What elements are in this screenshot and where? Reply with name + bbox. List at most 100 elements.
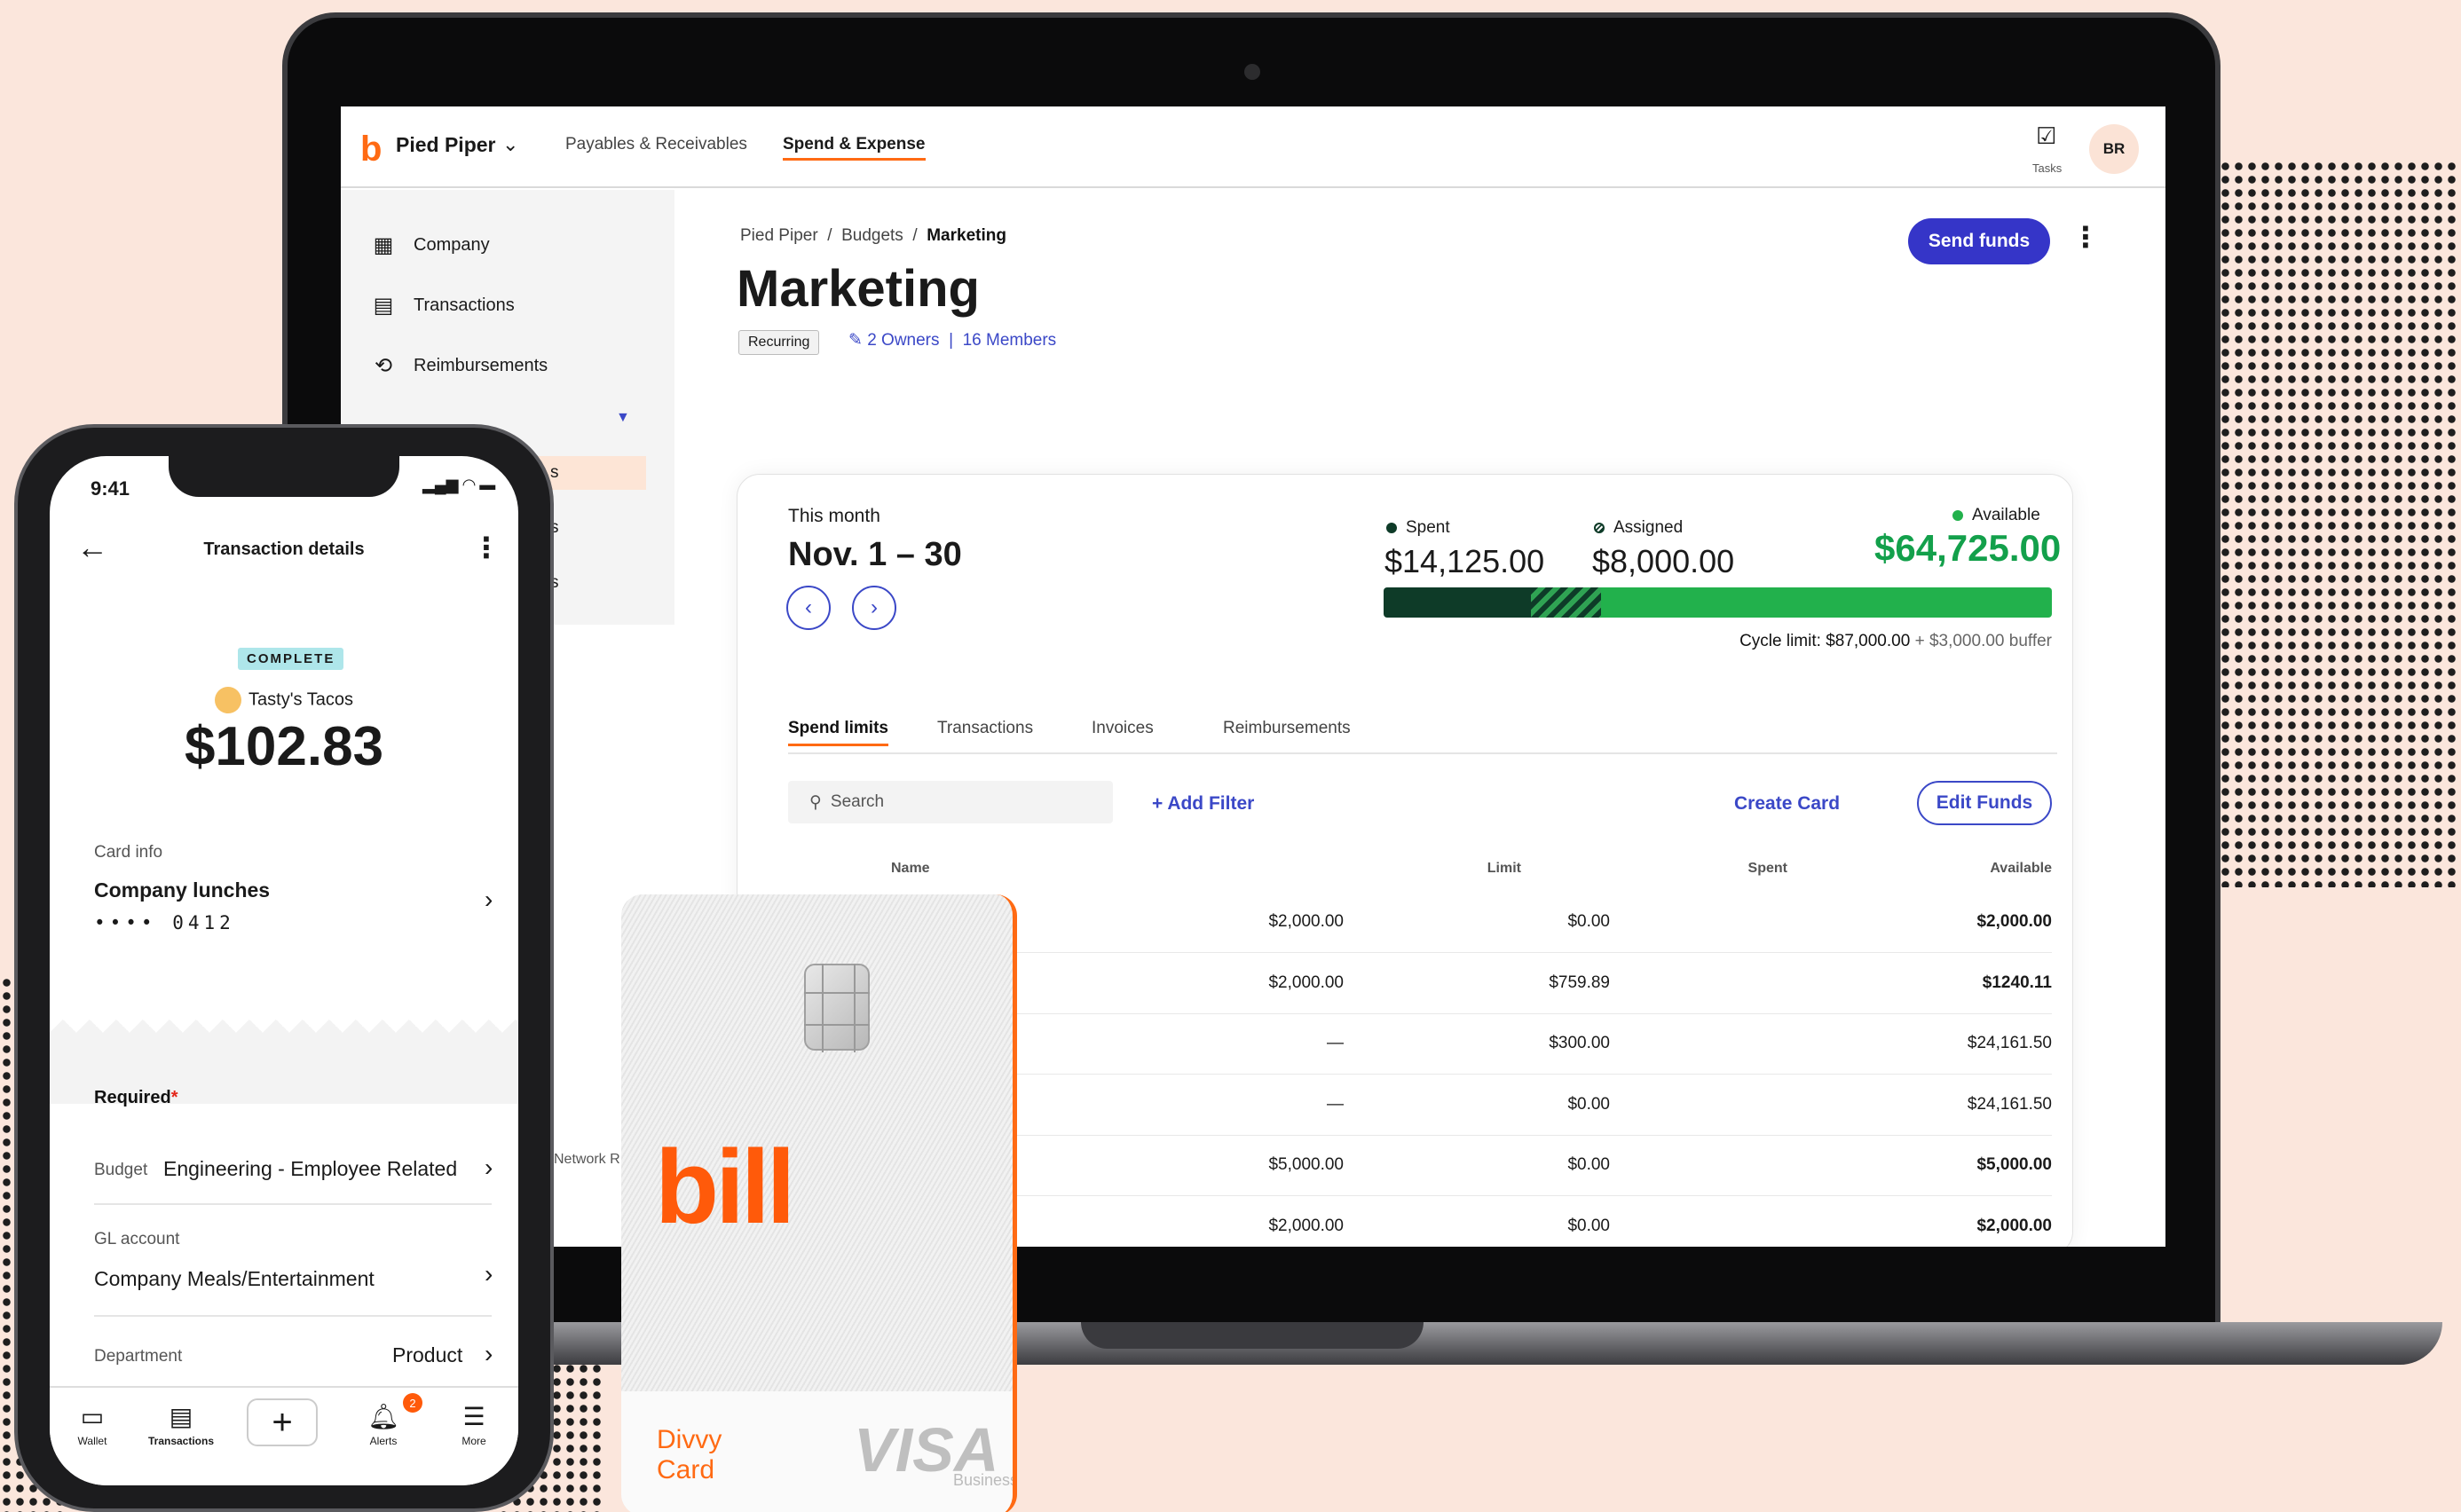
department-label: Department <box>94 1347 183 1366</box>
sidebar-item-label: Reimbursements <box>414 356 548 375</box>
chevron-right-icon[interactable]: › <box>485 1154 493 1182</box>
chevron-left-icon: ‹ <box>805 595 812 619</box>
add-button[interactable]: + <box>247 1398 318 1446</box>
prev-period-button[interactable]: ‹ <box>786 586 831 630</box>
card-name: Divvy Card <box>657 1425 722 1484</box>
bill-logo: bill <box>655 1129 795 1246</box>
card-name[interactable]: Company lunches <box>94 878 270 902</box>
send-funds-button[interactable]: Send funds <box>1908 218 2050 264</box>
column-header-name[interactable]: Name <box>891 861 930 877</box>
department-value[interactable]: Product <box>392 1343 462 1367</box>
cycle-limit-text: Cycle limit: $87,000.00 <box>1739 632 1911 650</box>
org-switcher[interactable]: Pied Piper <box>396 133 495 157</box>
create-card-button[interactable]: Create Card <box>1734 793 1840 815</box>
column-header-spent[interactable]: Spent <box>1672 861 1787 877</box>
gl-account-label: GL account <box>94 1230 180 1248</box>
building-icon: ▦ <box>373 233 394 257</box>
sidebar-fragment: s <box>550 463 559 482</box>
tasks-label: Tasks <box>2032 161 2063 175</box>
tab-spend-limits[interactable]: Spend limits <box>788 719 888 746</box>
tab-invoices[interactable]: Invoices <box>1092 719 1154 738</box>
divider <box>94 1315 492 1317</box>
table-row[interactable]: sng$2,000.00$759.89$1240.11 <box>918 954 2052 1014</box>
tab-transactions[interactable]: Transactions <box>937 719 1033 738</box>
breadcrumb-current: Marketing <box>927 226 1006 245</box>
tab-more[interactable]: ☰ More <box>437 1402 511 1447</box>
table-row[interactable]: hards ♔ng$5,000.00$0.00$5,000.00 <box>918 1136 2052 1196</box>
laptop-screen: b Pied Piper ⌄ Payables & Receivables Sp… <box>341 106 2165 1247</box>
sidebar-item-label: Transactions <box>414 295 515 315</box>
breadcrumb: Pied Piper / Budgets / Marketing <box>740 226 1006 246</box>
next-period-button[interactable]: › <box>852 586 896 630</box>
more-options-icon[interactable]: ⋮ <box>2071 220 2100 254</box>
screen-title: Transaction details <box>203 539 365 559</box>
transaction-amount: $102.83 <box>184 716 384 777</box>
row-spent: $759.89 <box>1549 973 1610 992</box>
spent-dot-icon <box>1386 522 1397 533</box>
column-header-limit[interactable]: Limit <box>1406 861 1521 877</box>
breadcrumb-sep: / <box>912 226 918 245</box>
sidebar-item-transactions[interactable]: ▤ Transactions <box>371 293 515 319</box>
row-spent: $0.00 <box>1567 912 1610 931</box>
edit-funds-button[interactable]: Edit Funds <box>1917 781 2052 825</box>
row-limit: $2,000.00 <box>1268 912 1344 931</box>
visa-business-label: Business <box>953 1471 1017 1489</box>
chevron-right-icon[interactable]: › <box>485 886 493 914</box>
row-available: $1240.11 <box>1982 973 2052 992</box>
sidebar-item-company[interactable]: ▦ Company <box>371 232 490 258</box>
table-row[interactable]: rdcurring$2,000.00$0.00$2,000.00 <box>918 893 2052 953</box>
table-row[interactable]: eng$2,000.00$0.00$2,000.00 <box>918 1197 2052 1248</box>
avatar[interactable]: BR <box>2089 124 2139 174</box>
row-available: $5,000.00 <box>1976 1155 2052 1174</box>
network-fragment: Network R <box>554 1152 620 1167</box>
card-number-mask: •••• 0412 <box>94 912 235 933</box>
budget-label: Budget <box>94 1161 148 1179</box>
breadcrumb-link[interactable]: Pied Piper <box>740 226 818 245</box>
chevron-right-icon[interactable]: › <box>485 1260 493 1288</box>
card-chip-icon <box>804 964 870 1052</box>
pencil-icon[interactable]: ✎ <box>848 331 863 350</box>
divider <box>94 1203 492 1205</box>
period-dates: Nov. 1 – 30 <box>788 536 962 573</box>
required-star: * <box>170 1088 178 1107</box>
caret-down-icon[interactable]: ▼ <box>616 410 630 426</box>
tasks-icon[interactable]: ☑ <box>2036 122 2056 150</box>
page-title: Marketing <box>737 260 980 318</box>
bill-logo-icon[interactable]: b <box>360 130 382 169</box>
budget-value[interactable]: Engineering - Employee Related <box>163 1157 457 1181</box>
sidebar-item-reimbursements[interactable]: ⟲ Reimbursements <box>371 353 548 379</box>
row-limit: $2,000.00 <box>1268 973 1344 992</box>
gl-account-value[interactable]: Company Meals/Entertainment <box>94 1267 375 1291</box>
required-text: Required <box>94 1088 171 1107</box>
nav-spend-expense[interactable]: Spend & Expense <box>783 135 926 161</box>
table-row[interactable]: wards—$0.00$24,161.50 <box>918 1075 2052 1136</box>
row-limit: $2,000.00 <box>1268 1216 1344 1235</box>
status-time: 9:41 <box>91 477 130 500</box>
available-value: $64,725.00 <box>1874 527 2062 569</box>
chevron-right-icon[interactable]: › <box>485 1340 493 1368</box>
laptop-trackpad-notch <box>1081 1322 1424 1349</box>
receipt-edge <box>50 1006 518 1033</box>
chevron-down-icon[interactable]: ⌄ <box>502 133 518 156</box>
status-icons: ▂▄▆ ◠ ▬ <box>422 476 496 493</box>
tab-bar: Spend limits Transactions Invoices Reimb… <box>788 719 2057 754</box>
owners-link[interactable]: 2 Owners <box>867 331 939 350</box>
tab-wallet[interactable]: ▭ Wallet <box>55 1402 130 1447</box>
phone-notch <box>169 456 399 497</box>
breadcrumb-link[interactable]: Budgets <box>841 226 903 245</box>
members-link[interactable]: 16 Members <box>963 331 1057 350</box>
tab-label: Transactions <box>147 1435 215 1447</box>
breadcrumb-sep: / <box>827 226 832 245</box>
alerts-count-badge: 2 <box>403 1393 422 1413</box>
top-bar: b Pied Piper ⌄ Payables & Receivables Sp… <box>341 106 2165 188</box>
nav-payables-receivables[interactable]: Payables & Receivables <box>565 135 747 154</box>
column-header-available[interactable]: Available <box>1936 861 2052 877</box>
more-options-icon[interactable]: ⋮ <box>472 531 501 564</box>
tab-reimbursements[interactable]: Reimbursements <box>1223 719 1351 738</box>
spent-value: $14,125.00 <box>1384 543 1545 579</box>
row-available: $2,000.00 <box>1976 1216 2052 1235</box>
search-input[interactable]: ⚲ Search <box>788 781 1113 823</box>
table-row[interactable]: ne—$300.00$24,161.50 <box>918 1014 2052 1075</box>
add-filter-button[interactable]: + Add Filter <box>1152 793 1254 815</box>
tab-transactions[interactable]: ▤ Transactions <box>144 1402 218 1447</box>
